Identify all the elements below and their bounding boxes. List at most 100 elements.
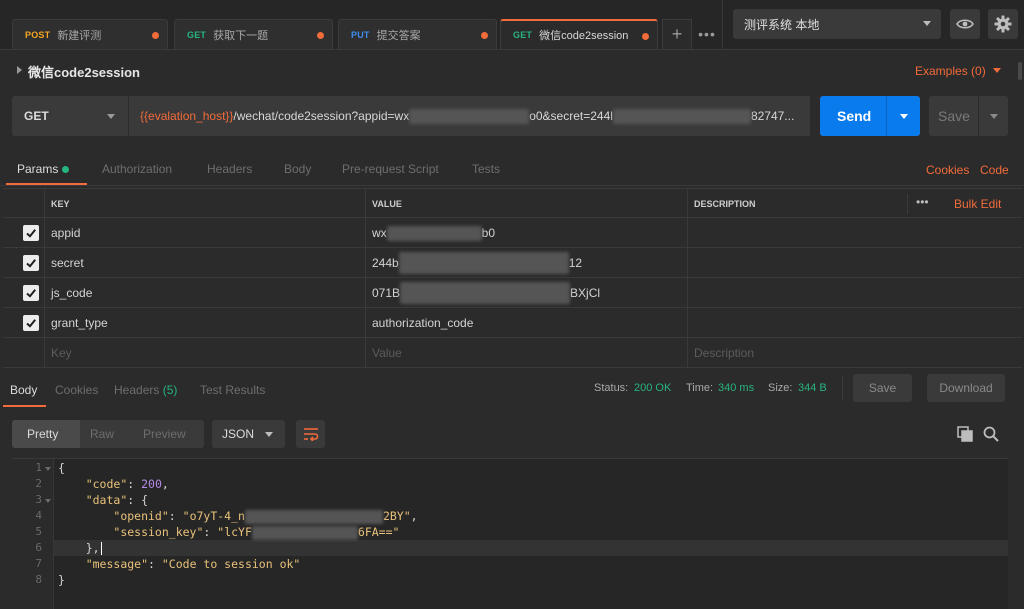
- table-row: js_code 071B BXjCl: [3, 278, 1022, 308]
- active-line-highlight: [54, 540, 1008, 556]
- tab-new-evaluation[interactable]: POST 新建评测: [12, 19, 168, 49]
- copy-icon[interactable]: [956, 425, 974, 443]
- tab-params[interactable]: Params: [17, 162, 70, 176]
- method-tag: PUT: [351, 29, 370, 40]
- json-string: 2BY": [382, 509, 411, 523]
- tab-test-results[interactable]: Test Results: [200, 383, 265, 397]
- url-tail: 82747...: [750, 109, 795, 123]
- line-number: 6: [35, 541, 42, 554]
- code-link[interactable]: Code: [980, 163, 1009, 177]
- param-key[interactable]: appid: [45, 218, 366, 248]
- tab-headers[interactable]: Headers: [207, 162, 252, 176]
- redacted-area: [398, 252, 569, 274]
- environment-quick-look-button[interactable]: [950, 9, 980, 39]
- checkbox-cell: [3, 248, 45, 278]
- search-icon[interactable]: [982, 425, 1000, 443]
- request-name-row: 微信code2session Examples (0): [0, 54, 1024, 88]
- checkbox-cell: [3, 278, 45, 308]
- url-variable: {{evalation_host}}: [140, 109, 234, 123]
- scrollbar[interactable]: [1018, 62, 1022, 80]
- code-line: }: [58, 573, 65, 587]
- checkbox-column: [3, 189, 45, 219]
- url-mid: o0&secret=244l: [529, 109, 613, 123]
- param-key[interactable]: secret: [45, 248, 366, 278]
- table-row-new: Key Value Description: [3, 338, 1022, 368]
- size-value[interactable]: 344 B: [798, 382, 827, 394]
- fold-arrow-icon[interactable]: [45, 467, 51, 471]
- more-options-button[interactable]: •••: [916, 195, 929, 209]
- param-checkbox[interactable]: [23, 225, 39, 241]
- tab-response-body[interactable]: Body: [10, 383, 37, 397]
- more-tabs-button[interactable]: •••: [692, 19, 722, 49]
- json-key: "openid": [113, 509, 169, 523]
- chevron-down-icon[interactable]: [993, 68, 1001, 73]
- examples-dropdown[interactable]: Examples (0): [915, 64, 986, 78]
- code-line: "data": {: [85, 493, 149, 507]
- http-method-select[interactable]: GET: [12, 96, 128, 136]
- cookies-link[interactable]: Cookies: [926, 163, 969, 177]
- json-string: "o7yT-4_n: [182, 509, 245, 523]
- tab-body[interactable]: Body: [284, 162, 311, 176]
- status-dot-icon: [62, 166, 70, 174]
- param-key[interactable]: grant_type: [45, 308, 366, 338]
- param-checkbox[interactable]: [23, 255, 39, 271]
- environment-label: 测评系统 本地: [744, 17, 820, 32]
- param-key[interactable]: js_code: [45, 278, 366, 308]
- unsaved-dot-icon: [317, 32, 324, 39]
- time-value[interactable]: 340 ms: [718, 382, 754, 394]
- tab-submit-answer[interactable]: PUT 提交答案: [338, 19, 497, 49]
- request-title[interactable]: 微信code2session: [28, 62, 140, 81]
- save-options-button[interactable]: [978, 96, 1008, 136]
- tab-authorization[interactable]: Authorization: [102, 162, 172, 176]
- redacted-area: [612, 108, 751, 124]
- param-description[interactable]: [688, 248, 1022, 278]
- fold-arrow-icon[interactable]: [45, 499, 51, 503]
- request-section-tabs: Params Authorization Headers Body Pre-re…: [0, 154, 1024, 186]
- active-tab-indicator: [3, 405, 46, 407]
- tab-tests[interactable]: Tests: [472, 162, 500, 176]
- manage-environments-button[interactable]: [988, 9, 1018, 39]
- method-tag: POST: [25, 29, 51, 40]
- send-options-button[interactable]: [886, 96, 920, 136]
- param-value[interactable]: wx b0: [366, 218, 688, 248]
- tab-pre-request-script[interactable]: Pre-request Script: [342, 162, 439, 176]
- new-description-input[interactable]: Description: [688, 338, 1022, 368]
- param-description[interactable]: [688, 218, 1022, 248]
- json-string: 6FA==": [357, 525, 400, 539]
- param-value[interactable]: 244b 12: [366, 248, 688, 278]
- tab-wechat-code2session[interactable]: GET 微信code2session: [500, 19, 658, 49]
- time-label: Time:: [686, 382, 714, 394]
- format-label: JSON: [222, 427, 255, 441]
- status-value[interactable]: 200 OK: [634, 382, 671, 394]
- chevron-down-icon: [899, 113, 908, 119]
- json-string: "Code to session ok": [161, 557, 301, 571]
- chevron-right-icon[interactable]: [17, 66, 22, 74]
- param-checkbox[interactable]: [23, 315, 39, 331]
- view-raw-button[interactable]: Raw: [90, 427, 114, 441]
- add-tab-button[interactable]: +: [662, 19, 692, 49]
- view-preview-button[interactable]: Preview: [143, 427, 186, 441]
- tab-get-next-question[interactable]: GET 获取下一题: [174, 19, 333, 49]
- param-description[interactable]: [688, 278, 1022, 308]
- code-line: },: [58, 541, 102, 555]
- tab-response-cookies[interactable]: Cookies: [55, 383, 98, 397]
- environment-select[interactable]: 测评系统 本地: [733, 9, 941, 39]
- response-body-editor[interactable]: 1 2 3 4 5 6 7 8 { "code": 200, "data": {…: [12, 458, 1008, 609]
- param-value-end: b0: [481, 226, 496, 240]
- wrap-lines-button[interactable]: [296, 420, 325, 448]
- column-header-value: VALUE: [366, 189, 688, 219]
- url-input[interactable]: {{evalation_host}}/wechat/code2session?a…: [128, 96, 810, 136]
- download-button[interactable]: Download: [927, 374, 1005, 402]
- param-value[interactable]: 071B BXjCl: [366, 278, 688, 308]
- response-format-select[interactable]: JSON: [212, 420, 285, 448]
- save-response-button[interactable]: Save: [853, 374, 912, 402]
- tab-response-headers[interactable]: Headers (5): [114, 383, 177, 397]
- new-value-input[interactable]: Value: [366, 338, 688, 368]
- new-key-input[interactable]: Key: [45, 338, 366, 368]
- bulk-edit-link[interactable]: Bulk Edit: [954, 197, 1001, 211]
- view-pretty-button[interactable]: Pretty: [27, 427, 58, 441]
- param-description[interactable]: [688, 308, 1022, 338]
- param-checkbox[interactable]: [23, 285, 39, 301]
- param-value[interactable]: authorization_code: [366, 308, 688, 338]
- redacted-area: [409, 108, 530, 124]
